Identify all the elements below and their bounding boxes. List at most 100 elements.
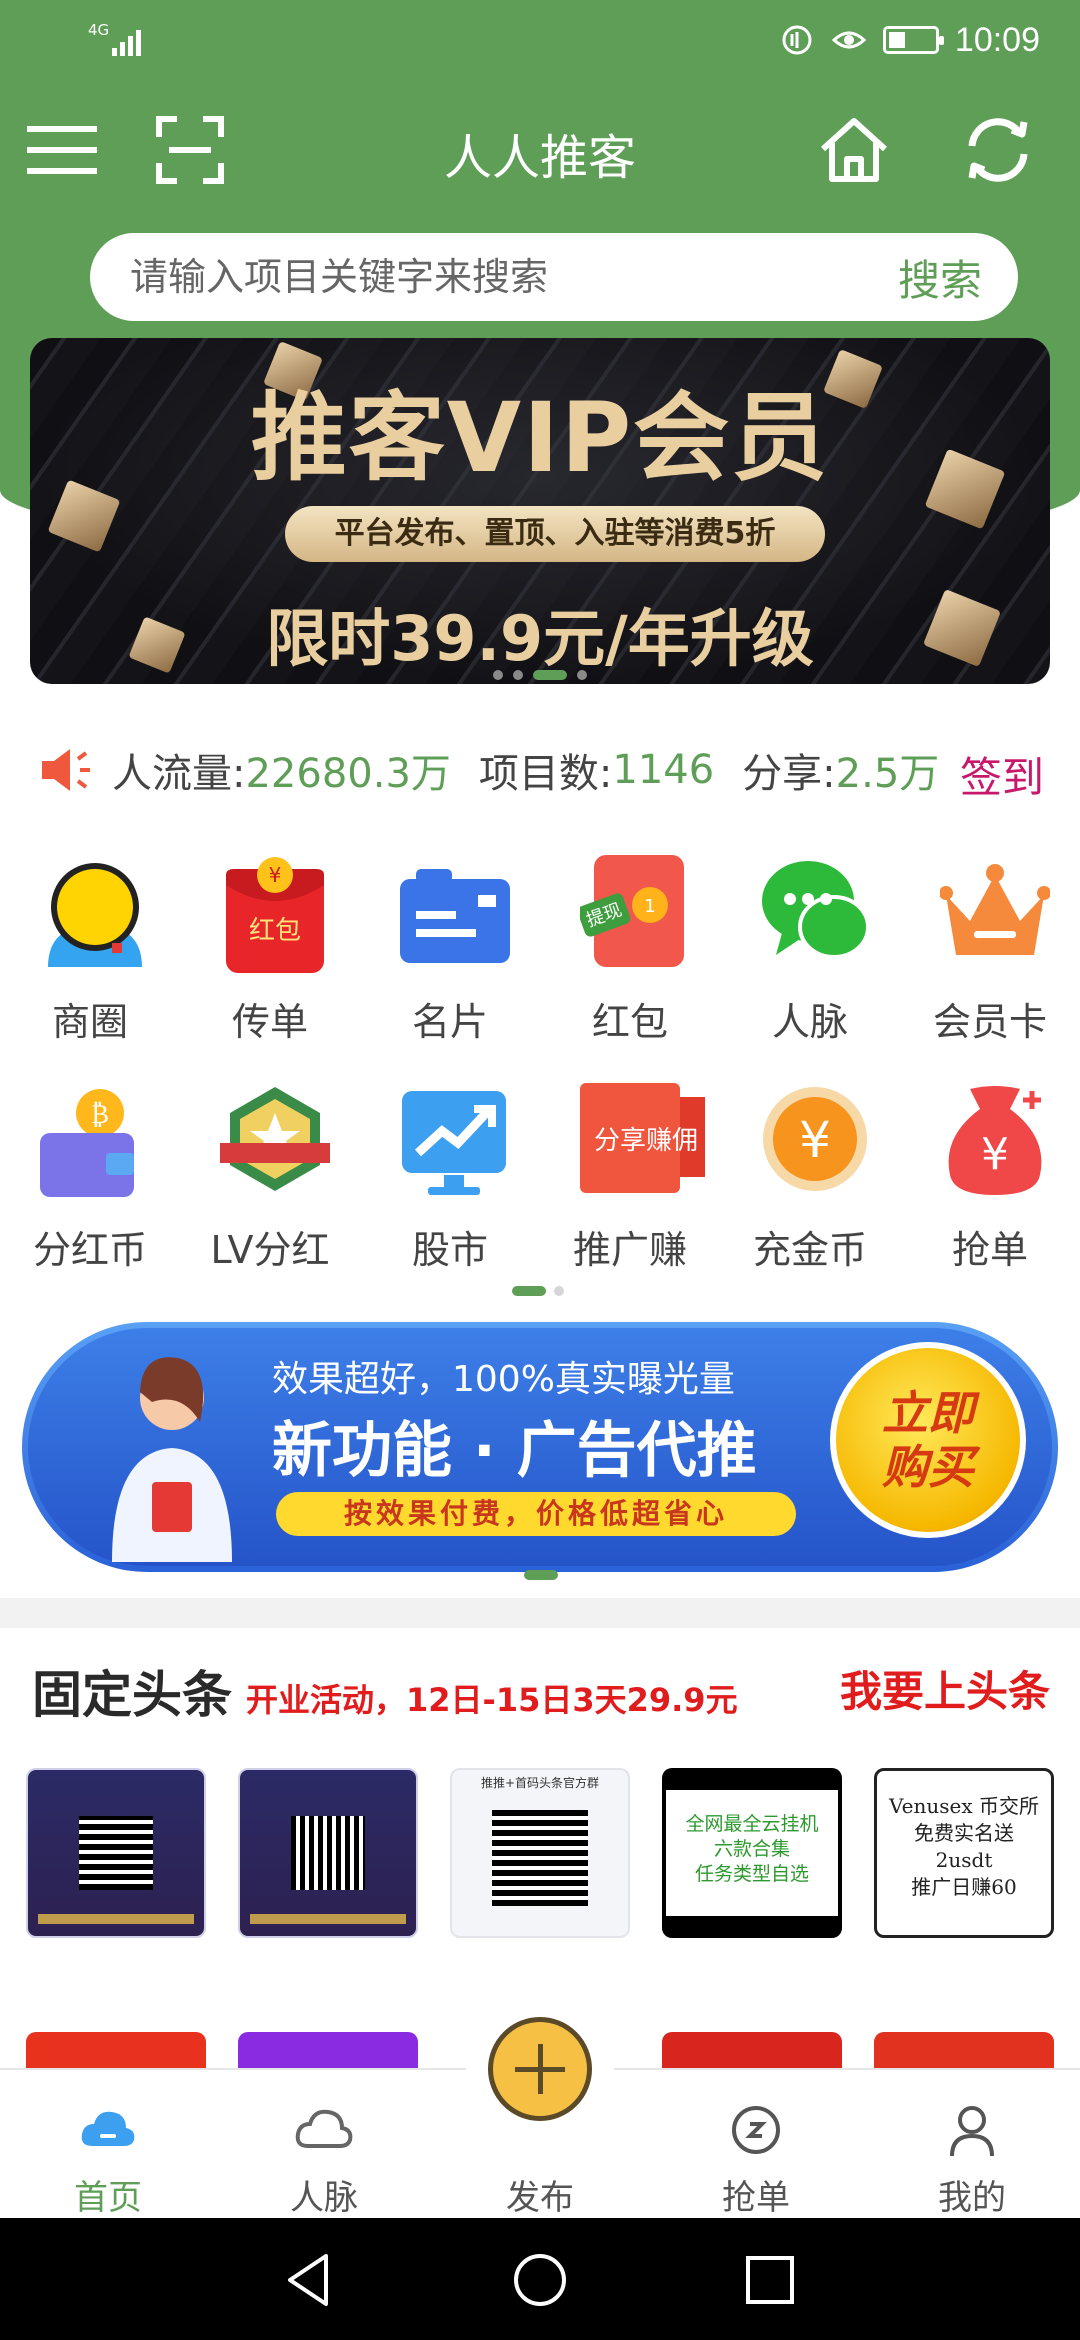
buy-now-line1: 立即 bbox=[882, 1386, 974, 1440]
grid-item-flyer[interactable]: ¥ 红包 传单 bbox=[180, 845, 360, 1045]
headline-thumb[interactable]: 推推+首码头条官方群 bbox=[450, 1768, 630, 1938]
cash-withdraw-envelope-icon: 1提现 bbox=[580, 855, 684, 967]
promo-top-line: 效果超好，100%真实曝光量 bbox=[272, 1359, 735, 1400]
post-headline-button[interactable]: 我要上头条 bbox=[840, 1658, 1050, 1719]
grab-order-icon bbox=[732, 2106, 780, 2154]
tab-label: 我的 bbox=[938, 2178, 1006, 2218]
share-label: 分享: bbox=[742, 751, 836, 797]
grid-item-grab-order[interactable]: ¥ 抢单 bbox=[900, 1073, 1080, 1273]
headline-thumb[interactable] bbox=[874, 2032, 1054, 2072]
search-bar: 搜索 bbox=[90, 233, 1018, 321]
yen-coin-icon: ¥ bbox=[763, 1087, 867, 1191]
tab-contacts[interactable]: 人脉 bbox=[216, 2070, 432, 2220]
svg-text:1: 1 bbox=[644, 896, 655, 917]
business-circle-icon bbox=[48, 863, 142, 967]
pagination-dot[interactable] bbox=[493, 670, 503, 680]
nfc-icon bbox=[782, 25, 812, 55]
svg-text:₿: ₿ bbox=[91, 1100, 109, 1130]
thumb-line: 推广日赚60 bbox=[911, 1875, 1017, 1899]
grid-label: 传单 bbox=[231, 1000, 308, 1044]
headline-thumb[interactable]: 全网最全云挂机 六款合集 任务类型自选 bbox=[662, 1768, 842, 1938]
headline-thumb[interactable] bbox=[26, 2032, 206, 2072]
share-earn-badge: 分享赚佣 bbox=[594, 1126, 698, 1156]
headline-thumb[interactable] bbox=[26, 1768, 206, 1938]
ad-promo-banner[interactable]: 效果超好，100%真实曝光量 新功能 · 广告代推 按效果付费，价格低超省心 立… bbox=[22, 1322, 1058, 1572]
banner-subtitle: 平台发布、置顶、入驻等消费5折 bbox=[334, 516, 776, 551]
grid-item-business-circle[interactable]: 商圈 bbox=[0, 845, 180, 1045]
tab-label: 抢单 bbox=[722, 2178, 790, 2218]
refresh-button[interactable] bbox=[958, 110, 1038, 190]
tab-label: 首页 bbox=[74, 2178, 142, 2218]
thumb-line: 全网最全云挂机 bbox=[685, 1813, 819, 1835]
feature-grid: 商圈 ¥ 红包 传单 名片 1 提现 红包 人脉 会员卡 ₿ 分红币 LV分红 股市… bbox=[0, 845, 1080, 1272]
network-type-label: 4G bbox=[88, 21, 110, 39]
grid-item-dividend-coin[interactable]: ₿ 分红币 bbox=[0, 1073, 180, 1273]
grid-item-business-card[interactable]: 名片 bbox=[360, 845, 540, 1045]
buy-now-button[interactable]: 立即 购买 bbox=[830, 1342, 1026, 1538]
headline-thumb[interactable] bbox=[238, 1768, 418, 1938]
stock-chart-icon bbox=[402, 1091, 506, 1195]
tab-label: 人脉 bbox=[290, 2178, 358, 2218]
grid-item-recharge-coin[interactable]: ¥ 充金币 bbox=[720, 1073, 900, 1273]
thumb-line: Venusex 币交所 bbox=[889, 1794, 1039, 1818]
star-badge-icon bbox=[220, 1087, 330, 1191]
publish-button[interactable] bbox=[488, 2017, 592, 2121]
business-card-icon bbox=[400, 869, 510, 963]
share-earn-icon: 分享赚佣 bbox=[580, 1083, 705, 1193]
grid-label: 抢单 bbox=[951, 1228, 1028, 1272]
tab-home[interactable]: 首页 bbox=[0, 2070, 216, 2220]
grid-item-lv-dividend[interactable]: LV分红 bbox=[180, 1073, 360, 1273]
tab-profile[interactable]: 我的 bbox=[864, 2070, 1080, 2220]
profile-icon bbox=[950, 2106, 994, 2157]
woman-holding-envelope-illustration bbox=[112, 1357, 232, 1562]
qr-code bbox=[291, 1816, 365, 1890]
stats-row: 人流量: 22680.3万 项目数: 1146 分享: 2.5万 签到 bbox=[0, 700, 1080, 840]
pagination-dot-active[interactable] bbox=[512, 1286, 546, 1296]
grid-label: 商圈 bbox=[51, 1000, 128, 1044]
system-nav-bar bbox=[0, 2218, 1080, 2340]
eye-comfort-icon bbox=[831, 31, 867, 49]
grid-label: 名片 bbox=[411, 1000, 488, 1044]
recents-icon[interactable] bbox=[738, 2248, 802, 2312]
grid-label: 红包 bbox=[591, 1000, 668, 1044]
grid-item-promotion-earn[interactable]: 分享赚佣 推广赚 bbox=[540, 1073, 720, 1273]
traffic-label: 人流量: bbox=[112, 751, 246, 797]
grid-item-stock-market[interactable]: 股市 bbox=[360, 1073, 540, 1273]
section-divider bbox=[0, 1598, 1080, 1628]
headlines-subtitle: 开业活动，12日-15日3天29.9元 bbox=[246, 1681, 738, 1719]
status-bar: 4G 10:09 bbox=[0, 0, 1080, 80]
headline-thumb[interactable] bbox=[662, 2032, 842, 2072]
grid-item-contacts[interactable]: 人脉 bbox=[720, 845, 900, 1045]
pagination-dot[interactable] bbox=[513, 670, 523, 680]
home-nav-icon[interactable] bbox=[508, 2248, 572, 2312]
refresh-icon bbox=[968, 118, 1028, 182]
headline-thumb[interactable] bbox=[238, 2032, 418, 2072]
flyer-badge: 红包 bbox=[249, 916, 301, 946]
back-icon[interactable] bbox=[278, 2248, 342, 2312]
headlines-title: 固定头条 bbox=[32, 1666, 232, 1724]
svg-text:¥: ¥ bbox=[799, 1111, 831, 1169]
thumb-caption: 推推+首码头条官方群 bbox=[480, 1776, 600, 1790]
search-input[interactable] bbox=[130, 233, 750, 321]
pagination-dot-active[interactable] bbox=[533, 670, 567, 680]
banner-price: 限时39.9元/年升级 bbox=[266, 602, 814, 675]
signal-indicator: 4G bbox=[88, 22, 148, 58]
projects-value: 1146 bbox=[612, 747, 715, 793]
vip-banner[interactable]: 推客VIP会员 平台发布、置顶、入驻等消费5折 限时39.9元/年升级 bbox=[30, 338, 1050, 684]
home-button[interactable] bbox=[814, 110, 894, 190]
contacts-cloud-icon bbox=[295, 2109, 353, 2148]
search-button[interactable]: 搜索 bbox=[898, 247, 982, 308]
pagination-dot[interactable] bbox=[554, 1286, 564, 1296]
banner-title: 推客VIP会员 bbox=[250, 382, 830, 494]
tab-label: 发布 bbox=[506, 2178, 574, 2218]
grid-item-membership-card[interactable]: 会员卡 bbox=[900, 845, 1080, 1045]
home-cloud-icon bbox=[81, 2111, 135, 2146]
pagination-dot[interactable] bbox=[577, 670, 587, 680]
checkin-button[interactable]: 签到 bbox=[960, 744, 1044, 805]
grid-label: 股市 bbox=[411, 1228, 488, 1272]
tab-grab-order[interactable]: 抢单 bbox=[648, 2070, 864, 2220]
grid-label: 推广赚 bbox=[572, 1228, 687, 1272]
wallet-coin-icon: ₿ bbox=[40, 1089, 134, 1197]
headline-thumb[interactable]: Venusex 币交所 免费实名送 2usdt 推广日赚60 bbox=[874, 1768, 1054, 1938]
grid-item-red-envelope[interactable]: 1 提现 红包 bbox=[540, 845, 720, 1045]
